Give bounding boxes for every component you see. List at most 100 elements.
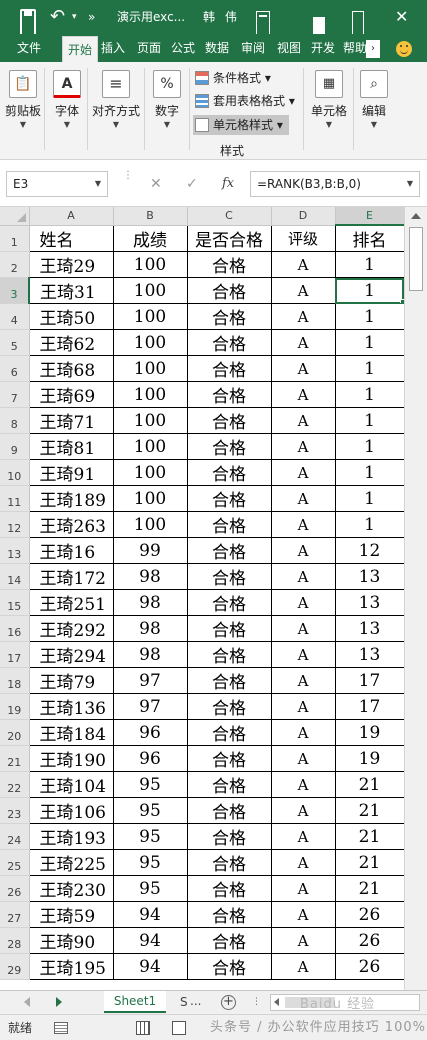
cell-a2[interactable]: 王琦29 [28, 251, 114, 278]
cell-d23[interactable]: A [270, 797, 336, 824]
cell-a8[interactable]: 王琦71 [28, 407, 114, 434]
cell-e5[interactable]: 1 [334, 329, 405, 356]
cell-c5[interactable]: 合格 [186, 329, 272, 356]
cell-e27[interactable]: 26 [334, 901, 405, 928]
cell-b29[interactable]: 94 [112, 953, 188, 980]
cell-c1[interactable]: 是否合格 [186, 224, 272, 252]
cell-c15[interactable]: 合格 [186, 589, 272, 616]
select-all-corner[interactable] [0, 207, 30, 226]
column-header-d[interactable]: D [271, 207, 336, 226]
cell-a27[interactable]: 王琦59 [28, 901, 114, 928]
column-header-c[interactable]: C [187, 207, 272, 226]
cell-d13[interactable]: A [270, 537, 336, 564]
cell-c13[interactable]: 合格 [186, 537, 272, 564]
cell-e1[interactable]: 排名 [334, 224, 405, 252]
macro-record-icon[interactable] [54, 1022, 68, 1034]
row-header[interactable]: 9 [0, 433, 30, 460]
cell-d5[interactable]: A [270, 329, 336, 356]
cell-b2[interactable]: 100 [112, 251, 188, 278]
cell-b16[interactable]: 98 [112, 615, 188, 642]
cell-c9[interactable]: 合格 [186, 433, 272, 460]
tab-insert[interactable]: 插入 [98, 34, 128, 62]
tab-formulas[interactable]: 公式 [168, 34, 198, 62]
row-header[interactable]: 22 [0, 771, 30, 798]
cell-d10[interactable]: A [270, 459, 336, 486]
zoom-level[interactable]: 100% [385, 1020, 426, 1035]
cell-a18[interactable]: 王琦79 [28, 667, 114, 694]
ribbon-scroll-right-icon[interactable]: › [366, 40, 380, 58]
confirm-icon[interactable]: ✓ [186, 171, 198, 197]
tab-data[interactable]: 数据 [202, 34, 232, 62]
row-header[interactable]: 10 [0, 459, 30, 486]
row-header[interactable]: 7 [0, 381, 30, 408]
cell-c19[interactable]: 合格 [186, 693, 272, 720]
cell-e18[interactable]: 17 [334, 667, 405, 694]
cell-e17[interactable]: 13 [334, 641, 405, 668]
sheet-tab-sheet1[interactable]: Sheet1 [104, 991, 166, 1013]
cell-b21[interactable]: 96 [112, 745, 188, 772]
tab-page-layout[interactable]: 页面 [132, 34, 166, 62]
cell-b26[interactable]: 95 [112, 875, 188, 902]
vertical-scroll-thumb[interactable] [409, 227, 423, 291]
cell-b12[interactable]: 100 [112, 511, 188, 538]
sheet-tab-partial[interactable]: S [180, 991, 188, 1013]
cell-d26[interactable]: A [270, 875, 336, 902]
cell-d2[interactable]: A [270, 251, 336, 278]
cell-e12[interactable]: 1 [334, 511, 405, 538]
cell-styles-button[interactable]: 单元格样式 ▾ [193, 115, 289, 135]
cell-e6[interactable]: 1 [334, 355, 405, 382]
normal-view-icon[interactable] [136, 1021, 150, 1035]
cell-a29[interactable]: 王琦195 [28, 953, 114, 980]
insert-function-icon[interactable]: fx [222, 171, 234, 197]
cell-d8[interactable]: A [270, 407, 336, 434]
name-box[interactable]: E3 ▼ [6, 171, 108, 197]
row-header[interactable]: 14 [0, 563, 30, 590]
close-icon[interactable]: ✕ [395, 0, 408, 34]
cell-e10[interactable]: 1 [334, 459, 405, 486]
cell-b13[interactable]: 99 [112, 537, 188, 564]
cell-e14[interactable]: 13 [334, 563, 405, 590]
cell-c24[interactable]: 合格 [186, 823, 272, 850]
cell-a12[interactable]: 王琦263 [28, 511, 114, 538]
cell-a22[interactable]: 王琦104 [28, 771, 114, 798]
cell-d12[interactable]: A [270, 511, 336, 538]
cell-e20[interactable]: 19 [334, 719, 405, 746]
cell-a23[interactable]: 王琦106 [28, 797, 114, 824]
cell-b27[interactable]: 94 [112, 901, 188, 928]
cell-c7[interactable]: 合格 [186, 381, 272, 408]
row-header[interactable]: 20 [0, 719, 30, 746]
row-header[interactable]: 29 [0, 953, 30, 980]
tab-split-handle[interactable]: ⋮ [252, 997, 261, 1007]
formula-input[interactable]: =RANK(B3,B:B,0) ▼ [250, 171, 420, 197]
cell-c4[interactable]: 合格 [186, 303, 272, 330]
cell-b8[interactable]: 100 [112, 407, 188, 434]
cell-c17[interactable]: 合格 [186, 641, 272, 668]
editing-group[interactable]: ⌕ 编辑 ▼ [355, 62, 393, 160]
cell-a24[interactable]: 王琦193 [28, 823, 114, 850]
row-header[interactable]: 18 [0, 667, 30, 694]
cell-d4[interactable]: A [270, 303, 336, 330]
row-header[interactable]: 1 [0, 225, 30, 252]
tab-developer[interactable]: 开发 [308, 34, 338, 62]
conditional-formatting-button[interactable]: 条件格式 ▾ [193, 68, 271, 88]
cell-e9[interactable]: 1 [334, 433, 405, 460]
cell-b25[interactable]: 95 [112, 849, 188, 876]
cell-e21[interactable]: 19 [334, 745, 405, 772]
cell-d3[interactable]: A [270, 277, 336, 304]
cell-b4[interactable]: 100 [112, 303, 188, 330]
cell-e7[interactable]: 1 [334, 381, 405, 408]
formula-bar-resize-handle[interactable]: ⋮ [123, 171, 133, 181]
more-sheets-button[interactable]: ... [190, 991, 201, 1013]
worksheet-grid[interactable]: ABCDE 1 姓名 成绩 是否合格 评级 排名 2 王琦29 100 合格 A 1 3 王琦31 100 合… [0, 207, 427, 990]
cell-e23[interactable]: 21 [334, 797, 405, 824]
cell-b11[interactable]: 100 [112, 485, 188, 512]
undo-dropdown-icon[interactable]: ▾ [72, 0, 77, 34]
cell-b14[interactable]: 98 [112, 563, 188, 590]
cell-c14[interactable]: 合格 [186, 563, 272, 590]
cell-b28[interactable]: 94 [112, 927, 188, 954]
cell-e22[interactable]: 21 [334, 771, 405, 798]
cell-e13[interactable]: 12 [334, 537, 405, 564]
cell-c26[interactable]: 合格 [186, 875, 272, 902]
row-header[interactable]: 17 [0, 641, 30, 668]
row-header[interactable]: 25 [0, 849, 30, 876]
